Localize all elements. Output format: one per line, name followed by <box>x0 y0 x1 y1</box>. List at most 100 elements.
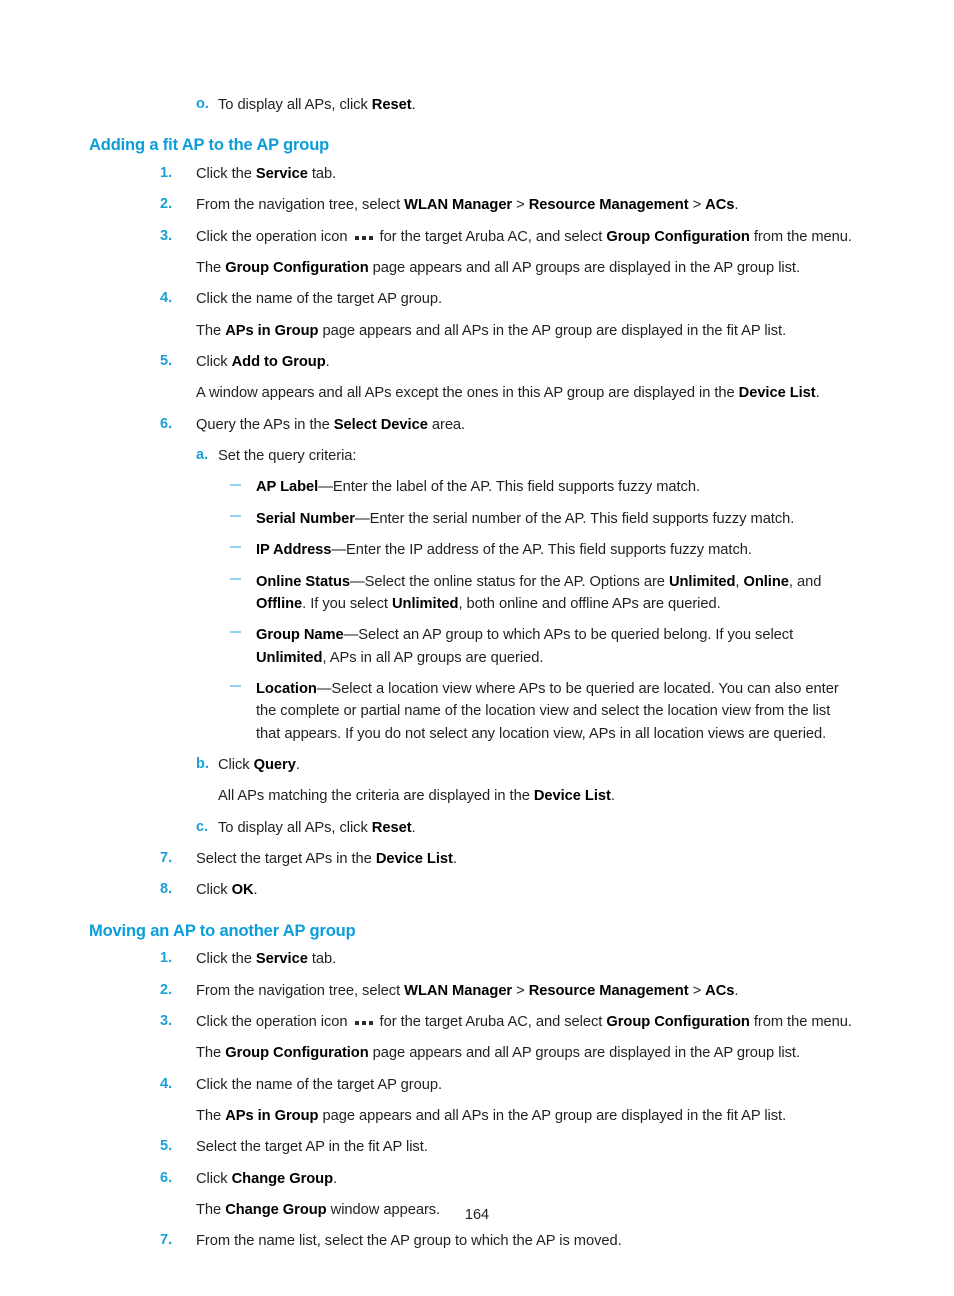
criteria-ap-label: AP Label—Enter the label of the AP. This… <box>89 476 857 498</box>
criteria-text: Location—Select a location view where AP… <box>256 678 857 745</box>
dash-marker <box>230 678 256 700</box>
step-text: Click the operation icon for the target … <box>196 226 857 248</box>
emphasis-unlimited: Unlimited <box>256 649 323 666</box>
step-8: 8. Click OK. <box>89 879 857 901</box>
emphasis-group-name: Group Name <box>256 627 344 644</box>
text-run: . <box>325 354 330 371</box>
step-1: 1. Click the Service tab. <box>89 163 857 185</box>
text-run: from the menu. <box>749 228 852 245</box>
text-run: All APs matching the criteria are displa… <box>218 788 534 805</box>
text-run: . <box>734 197 739 214</box>
list-marker: 1. <box>160 164 173 181</box>
emphasis-reset: Reset <box>371 97 412 113</box>
emphasis-acs: ACs <box>705 197 735 214</box>
step-text: Click OK. <box>196 879 857 901</box>
text-run: . <box>295 756 300 773</box>
emphasis-add-to-group: Add to Group <box>231 354 326 371</box>
text-run: From the navigation tree, select <box>196 197 405 214</box>
text-run: From the navigation tree, select <box>196 982 405 999</box>
criteria-text: IP Address—Enter the IP address of the A… <box>256 539 857 561</box>
step-text: Select the target APs in the Device List… <box>196 848 857 870</box>
emphasis-wlan-manager: WLAN Manager <box>404 197 513 214</box>
text-run: . <box>253 882 258 899</box>
step-5-result: A window appears and all APs except the … <box>89 382 857 404</box>
text-run: > <box>512 197 529 214</box>
text-run: Click <box>218 756 254 773</box>
step-4-result: The APs in Group page appears and all AP… <box>89 320 857 342</box>
step-text: Click the Service tab. <box>196 163 857 185</box>
step-text: Click Add to Group. <box>196 351 857 373</box>
text-run: Click the <box>196 165 256 182</box>
criteria-text: AP Label—Enter the label of the AP. This… <box>256 476 857 498</box>
dash-marker <box>230 624 256 646</box>
step-3: 3. Click the operation icon for the targ… <box>89 1011 857 1033</box>
emphasis-wlan-manager: WLAN Manager <box>404 982 513 999</box>
text-run: —Enter the IP address of the AP. This fi… <box>331 542 752 559</box>
step-2: 2. From the navigation tree, select WLAN… <box>89 980 857 1002</box>
emphasis-aps-in-group: APs in Group <box>225 1108 319 1125</box>
text-run: tab. <box>307 165 337 182</box>
step-5: 5. Click Add to Group. <box>89 351 857 373</box>
emphasis-unlimited: Unlimited <box>668 573 736 590</box>
list-marker: b. <box>196 755 209 772</box>
emphasis-aps-in-group: APs in Group <box>225 322 319 339</box>
text-run: To display all APs, click <box>218 97 372 113</box>
step-3: 3. Click the operation icon for the targ… <box>89 226 857 248</box>
text-run: The <box>196 1108 226 1125</box>
criteria-ip-address: IP Address—Enter the IP address of the A… <box>89 539 857 561</box>
emphasis-group-configuration: Group Configuration <box>606 228 750 245</box>
list-marker: o. <box>196 96 209 112</box>
operation-icon <box>354 1010 373 1032</box>
text-run: The <box>196 322 226 339</box>
step-text: Set the query criteria: <box>218 448 357 465</box>
criteria-online-status: Online Status—Select the online status f… <box>89 571 857 616</box>
emphasis-group-configuration: Group Configuration <box>225 260 369 277</box>
step-6c: c. To display all APs, click Reset. <box>89 817 857 839</box>
step-text: From the navigation tree, select WLAN Ma… <box>196 980 857 1002</box>
text-run: —Enter the serial number of the AP. This… <box>354 510 795 527</box>
text-run: The <box>196 260 226 277</box>
step-text: Select the target AP in the fit AP list. <box>196 1139 428 1156</box>
emphasis-ip-address: IP Address <box>256 542 332 559</box>
criteria-text: Group Name—Select an AP group to which A… <box>256 624 857 669</box>
text-run: tab. <box>307 951 337 968</box>
dash-marker <box>230 508 256 530</box>
step-text: Click Query. <box>218 754 857 776</box>
emphasis-group-configuration: Group Configuration <box>606 1014 750 1030</box>
emphasis-reset: Reset <box>371 819 412 836</box>
criteria-serial-number: Serial Number—Enter the serial number of… <box>89 508 857 530</box>
text-run: Click the operation icon <box>196 228 352 245</box>
text-run: . <box>610 788 615 805</box>
text-run: A window appears and all APs except the … <box>196 385 739 402</box>
text-run: from the menu. <box>749 1014 852 1030</box>
text-run: Click the operation icon <box>196 1014 352 1030</box>
step-3-result: The Group Configuration page appears and… <box>89 1042 857 1064</box>
emphasis-device-list: Device List <box>533 788 611 805</box>
step-text: Click Change Group. <box>196 1168 857 1190</box>
emphasis-ok: OK <box>231 882 254 899</box>
step-4-result: The APs in Group page appears and all AP… <box>89 1105 857 1127</box>
text-run: > <box>688 197 706 214</box>
emphasis-device-list: Device List <box>738 385 816 402</box>
text-run: Select the target APs in the <box>196 850 376 867</box>
list-marker: 1. <box>160 950 173 967</box>
list-marker: 4. <box>160 1075 173 1092</box>
text-run: The <box>196 1045 226 1062</box>
step-text: From the name list, select the AP group … <box>196 1233 622 1250</box>
text-run: . <box>452 850 457 867</box>
list-marker: 5. <box>160 1138 173 1155</box>
text-run: . <box>411 819 416 836</box>
emphasis-resource-management: Resource Management <box>528 197 689 214</box>
text-run: , APs in all AP groups are queried. <box>322 649 544 666</box>
criteria-group-name: Group Name—Select an AP group to which A… <box>89 624 857 669</box>
list-marker: 3. <box>160 227 173 244</box>
emphasis-online: Online <box>743 573 789 590</box>
text-run: Click the <box>196 951 256 968</box>
emphasis-change-group: Change Group <box>231 1170 334 1187</box>
emphasis-service-tab: Service <box>255 951 308 968</box>
text-run: > <box>512 982 529 999</box>
step-text: To display all APs, click Reset. <box>218 817 857 839</box>
step-6: 6. Query the APs in the Select Device ar… <box>89 414 857 436</box>
text-run: . <box>411 97 416 113</box>
list-marker: 7. <box>160 849 173 866</box>
